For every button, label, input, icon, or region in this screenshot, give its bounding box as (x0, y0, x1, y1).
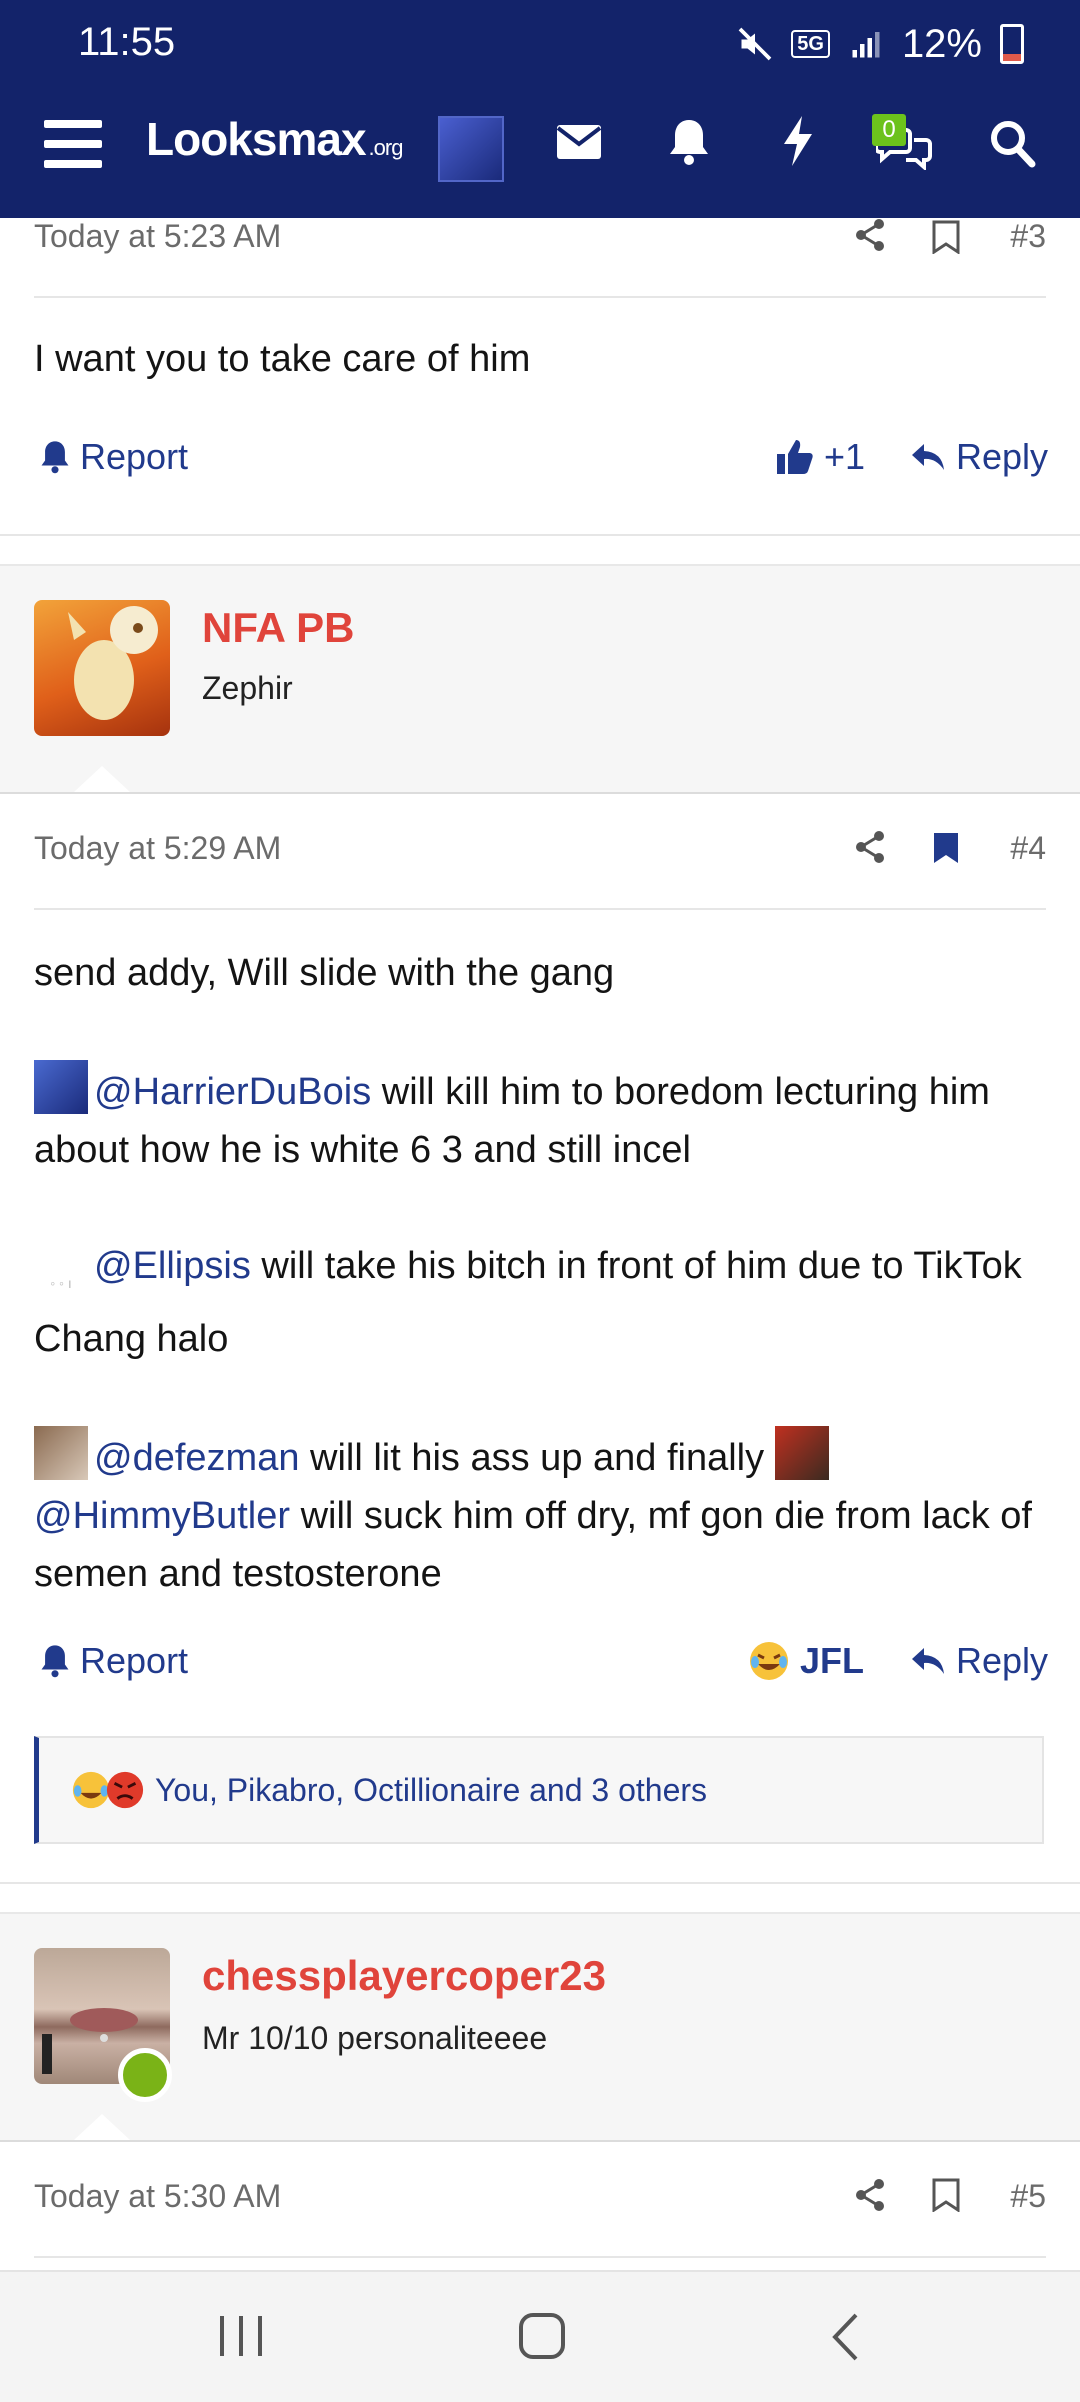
share-icon[interactable] (854, 218, 886, 257)
mention-link[interactable]: @HimmyButler (34, 1495, 290, 1537)
mail-icon[interactable] (556, 124, 602, 165)
share-icon[interactable] (854, 830, 886, 869)
user-title: Zephir (202, 670, 293, 706)
online-status-indicator (118, 2048, 172, 2102)
post-timestamp[interactable]: Today at 5:23 AM (34, 218, 281, 255)
reaction-button[interactable]: JFL (748, 1640, 864, 1682)
reply-icon (912, 1648, 944, 1674)
laughing-emoji-icon (750, 1642, 788, 1680)
post-body: I want you to take care of him (34, 338, 531, 380)
search-icon[interactable] (990, 120, 1036, 173)
body-line: send addy, Will slide with the gang (34, 952, 615, 994)
reply-label: Reply (956, 1640, 1049, 1681)
divider (34, 2256, 1046, 2258)
home-icon[interactable] (518, 2312, 566, 2365)
bell-icon (41, 441, 69, 474)
recent-apps-icon[interactable] (218, 2314, 264, 2363)
report-button[interactable]: Report (40, 1640, 188, 1682)
thumbs-up-icon (777, 440, 813, 474)
status-icons: 5G 12% (737, 18, 1024, 70)
user-title: Mr 10/10 personaliteeee (202, 2020, 548, 2056)
mention-link[interactable]: @defezman (94, 1437, 299, 1479)
reaction-icons: You, Pikabro, Octillionaire and 3 others (71, 1770, 707, 1810)
post-timestamp[interactable]: Today at 5:30 AM (34, 2178, 281, 2215)
report-label: Report (80, 436, 189, 477)
post-separator (0, 1882, 1080, 1884)
bell-icon[interactable] (668, 118, 710, 171)
signal-icon (852, 32, 880, 58)
post-timestamp[interactable]: Today at 5:29 AM (34, 830, 281, 867)
network-badge: 5G (791, 30, 830, 58)
body-paragraph: ◦ ◦ ı @Ellipsis will take his bitch in fr… (34, 1237, 1046, 1368)
body-text: will lit his ass up and finally (299, 1437, 775, 1479)
bookmark-icon[interactable] (932, 2178, 960, 2217)
reaction-label: JFL (800, 1640, 865, 1681)
battery-icon (1000, 24, 1024, 64)
mention-avatar: ◦ ◦ ı (34, 1256, 88, 1310)
mention-avatar (34, 1060, 88, 1114)
body-paragraph: @defezman will lit his ass up and finall… (34, 1426, 1046, 1603)
reply-button[interactable]: Reply (910, 1640, 1048, 1682)
post-separator (0, 534, 1080, 536)
site-logo[interactable]: Looksmax .org (146, 112, 404, 166)
mention-link[interactable]: @Ellipsis (94, 1245, 251, 1287)
user-avatar[interactable] (438, 116, 504, 182)
status-time: 11:55 (78, 20, 176, 64)
report-button[interactable]: Report (40, 436, 188, 478)
divider (34, 296, 1046, 298)
reply-button[interactable]: Reply (910, 436, 1048, 478)
post-body: send addy, Will slide with the gang @Har… (34, 944, 1046, 1603)
mute-icon (738, 27, 772, 61)
like-button[interactable]: +1 (776, 436, 865, 478)
battery-percent: 12% (901, 21, 982, 66)
username[interactable]: chessplayercoper23 (202, 1952, 606, 2000)
mention-link[interactable]: @HarrierDuBois (94, 1071, 371, 1113)
reply-icon (912, 444, 944, 470)
report-label: Report (80, 1640, 189, 1681)
reply-label: Reply (956, 436, 1049, 477)
bookmark-icon[interactable] (932, 220, 960, 259)
post-number[interactable]: #3 (1010, 218, 1046, 255)
user-block-pointer (74, 2114, 130, 2140)
divider (34, 908, 1046, 910)
reactions-summary[interactable]: You, Pikabro, Octillionaire and 3 others (155, 1772, 707, 1809)
chat-count-badge: 0 (872, 114, 906, 146)
share-icon[interactable] (854, 2178, 886, 2217)
post-number[interactable]: #4 (1010, 830, 1046, 867)
back-icon[interactable] (830, 2312, 860, 2367)
reactions-bar[interactable]: You, Pikabro, Octillionaire and 3 others (34, 1736, 1044, 1844)
angry-emoji-icon (106, 1771, 144, 1809)
mention-avatar (774, 1426, 829, 1480)
lightning-icon[interactable] (782, 116, 814, 171)
reaction-count: +1 (824, 436, 866, 477)
user-block-pointer (74, 766, 130, 792)
avatar[interactable] (34, 600, 170, 736)
logo-text: Looksmax (146, 113, 367, 165)
bell-icon (41, 1645, 69, 1678)
menu-icon[interactable] (44, 118, 102, 175)
post-number[interactable]: #5 (1010, 2178, 1046, 2215)
mention-avatar (34, 1426, 88, 1480)
body-paragraph: @HarrierDuBois will kill him to boredom … (34, 1060, 1046, 1179)
username[interactable]: NFA PB (202, 604, 354, 652)
bookmark-filled-icon[interactable] (932, 830, 960, 871)
logo-suffix: .org (368, 135, 404, 160)
